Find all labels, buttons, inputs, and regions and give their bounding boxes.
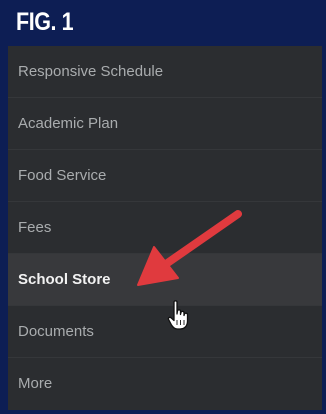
menu-item-food-service[interactable]: Food Service — [8, 150, 322, 202]
menu-item-label: Responsive Schedule — [18, 63, 164, 80]
menu-item-label: Academic Plan — [18, 115, 119, 132]
menu-item-label: Documents — [18, 323, 94, 340]
menu-item-label: Fees — [18, 219, 52, 236]
menu-item-label: More — [18, 375, 53, 392]
menu-item-label: School Store — [18, 271, 111, 288]
figure-header: FIG. 1 — [0, 0, 326, 46]
figure-title: FIG. 1 — [16, 8, 74, 36]
menu-item-documents[interactable]: Documents — [8, 306, 322, 358]
menu-item-label: Food Service — [18, 167, 107, 184]
menu-item-more[interactable]: More — [8, 358, 322, 410]
figure-frame: FIG. 1 Responsive Schedule Academic Plan… — [0, 0, 326, 414]
menu-item-responsive-schedule[interactable]: Responsive Schedule — [8, 46, 322, 98]
navigation-menu: Responsive Schedule Academic Plan Food S… — [8, 46, 322, 410]
menu-item-school-store[interactable]: School Store — [8, 254, 322, 306]
menu-item-academic-plan[interactable]: Academic Plan — [8, 98, 322, 150]
menu-item-fees[interactable]: Fees — [8, 202, 322, 254]
